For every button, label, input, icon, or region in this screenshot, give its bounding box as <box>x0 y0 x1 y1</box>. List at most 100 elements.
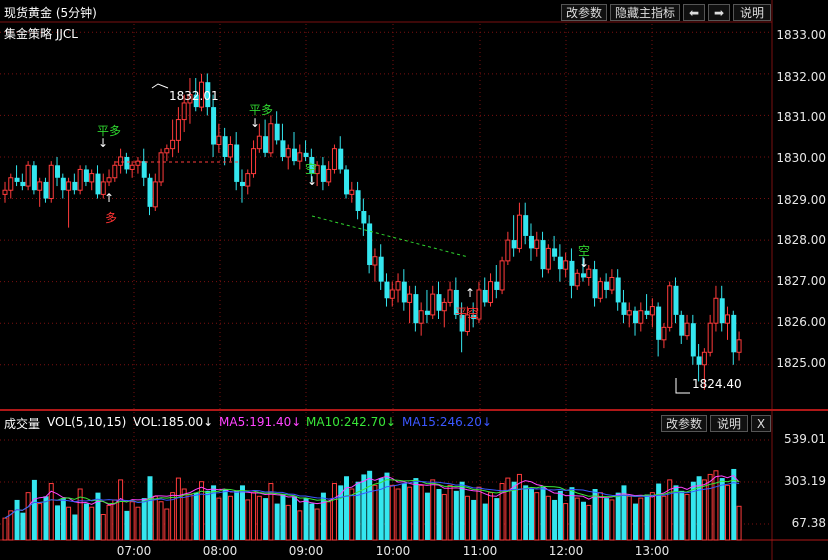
signal-arrow-icon: ↓ <box>307 174 318 188</box>
candle-body-down <box>55 165 61 178</box>
candle-body-up <box>37 181 43 191</box>
volume-bar-down <box>453 490 459 540</box>
time-label: 08:00 <box>202 544 238 558</box>
right-arrow-icon[interactable]: ➡ <box>708 4 730 21</box>
ma10-value: MA10:242.70↓ <box>306 415 396 429</box>
volume-bar-up <box>684 493 690 541</box>
candle-body-down <box>615 277 621 303</box>
volume-bar-up <box>187 493 193 541</box>
volume-bar-down <box>482 503 488 540</box>
time-label: 09:00 <box>288 544 324 558</box>
short-position-line <box>311 215 469 258</box>
candle-body-up <box>713 297 719 324</box>
candle-body-up <box>175 119 181 141</box>
volume-bar-down <box>222 489 228 540</box>
volume-bar-up <box>349 488 355 541</box>
volume-bar-up <box>372 484 378 541</box>
volume-bar-up <box>251 492 257 541</box>
volume-bar-down <box>193 492 199 540</box>
candle-body-up <box>349 189 355 195</box>
candle-body-down <box>124 156 130 170</box>
volume-bar-down <box>459 481 465 540</box>
candle-body-down <box>320 165 326 182</box>
volume-bar-down <box>31 479 37 540</box>
volume-bar-down <box>14 499 20 540</box>
volume-bar-down <box>604 498 610 540</box>
candle-body-down <box>581 273 586 278</box>
volume-bar-up <box>297 510 303 541</box>
volume-bar-up <box>331 483 337 541</box>
volume-bar-up <box>158 501 164 541</box>
candle-body-down <box>72 181 78 191</box>
candle-body-down <box>234 144 240 182</box>
volume-bar-down <box>644 494 650 540</box>
candle-body-down <box>280 140 286 157</box>
volume-bar-down <box>367 470 373 540</box>
strategy-label: 集金策略 JJCL <box>4 27 78 41</box>
volume-bar-up <box>389 484 395 541</box>
candle-body-down <box>263 136 269 153</box>
volume-bar-down <box>60 498 66 540</box>
candle-body-up <box>372 256 378 266</box>
candle-body-up <box>586 268 592 278</box>
price-label: 1828.00 <box>776 233 826 247</box>
volume-bar-up <box>609 499 615 541</box>
volume-bar-up <box>476 486 482 541</box>
volume-bar-down <box>424 492 430 540</box>
signal-arrow-icon: ↓ <box>579 256 590 270</box>
candle-body-up <box>597 281 603 299</box>
volume-bar-down <box>656 483 662 540</box>
candle-body-up <box>251 148 257 175</box>
candle-body-down <box>557 256 563 270</box>
volume-bar-up <box>66 506 72 541</box>
volume-bar-up <box>418 484 424 541</box>
volume-bar-down <box>384 472 390 540</box>
volume-bar-up <box>227 495 233 541</box>
candle-body-up <box>285 148 291 158</box>
candle-body-up <box>534 239 540 249</box>
volume-bar-down <box>309 503 315 540</box>
candle-body-down <box>147 177 153 207</box>
volume-bar-down <box>274 503 280 540</box>
volume-bar-down <box>280 494 286 540</box>
volume-modify-params-button[interactable]: 改参数 <box>661 415 707 432</box>
left-arrow-icon[interactable]: ⬅ <box>683 4 705 21</box>
candle-body-up <box>2 189 8 195</box>
candle-body-up <box>574 272 580 287</box>
candle-body-down <box>338 148 344 170</box>
candle-body-up <box>129 164 135 170</box>
time-label: 12:00 <box>548 544 584 558</box>
candle-body-up <box>395 281 401 291</box>
volume-explain-button[interactable]: 说明 <box>710 415 748 432</box>
volume-bar-up <box>586 504 592 541</box>
candle-body-down <box>141 161 147 178</box>
volume-bar-down <box>344 476 350 540</box>
volume-bar-down <box>401 483 407 540</box>
volume-bar-up <box>285 504 291 541</box>
low-price-label: 1824.40 <box>692 377 742 391</box>
volume-bar-up <box>37 503 43 541</box>
volume-axis-label: 539.01 <box>784 432 826 446</box>
candle-body-up <box>8 177 14 191</box>
close-icon[interactable]: X <box>751 415 771 432</box>
volume-bar-up <box>661 495 667 541</box>
modify-params-button[interactable]: 改参数 <box>561 4 607 21</box>
volume-bar-up <box>545 495 551 541</box>
candle-body-down <box>413 294 419 324</box>
explain-button[interactable]: 说明 <box>733 4 771 21</box>
volume-bar-down <box>528 489 534 540</box>
candle-body-down <box>494 281 500 290</box>
candle-body-up <box>516 214 522 249</box>
hide-indicator-button[interactable]: 隐藏主指标 <box>610 4 680 21</box>
candle-body-up <box>609 276 615 291</box>
volume-bar-up <box>106 504 112 541</box>
volume-bar-up <box>534 492 540 541</box>
candle-body-down <box>60 177 66 191</box>
candle-body-up <box>505 239 511 262</box>
candle-body-up <box>216 135 222 146</box>
volume-bar-down <box>239 485 245 540</box>
volume-bar-down <box>413 478 419 540</box>
time-label: 07:00 <box>116 544 152 558</box>
candle-body-down <box>367 223 373 266</box>
volume-bar-up <box>245 499 251 541</box>
